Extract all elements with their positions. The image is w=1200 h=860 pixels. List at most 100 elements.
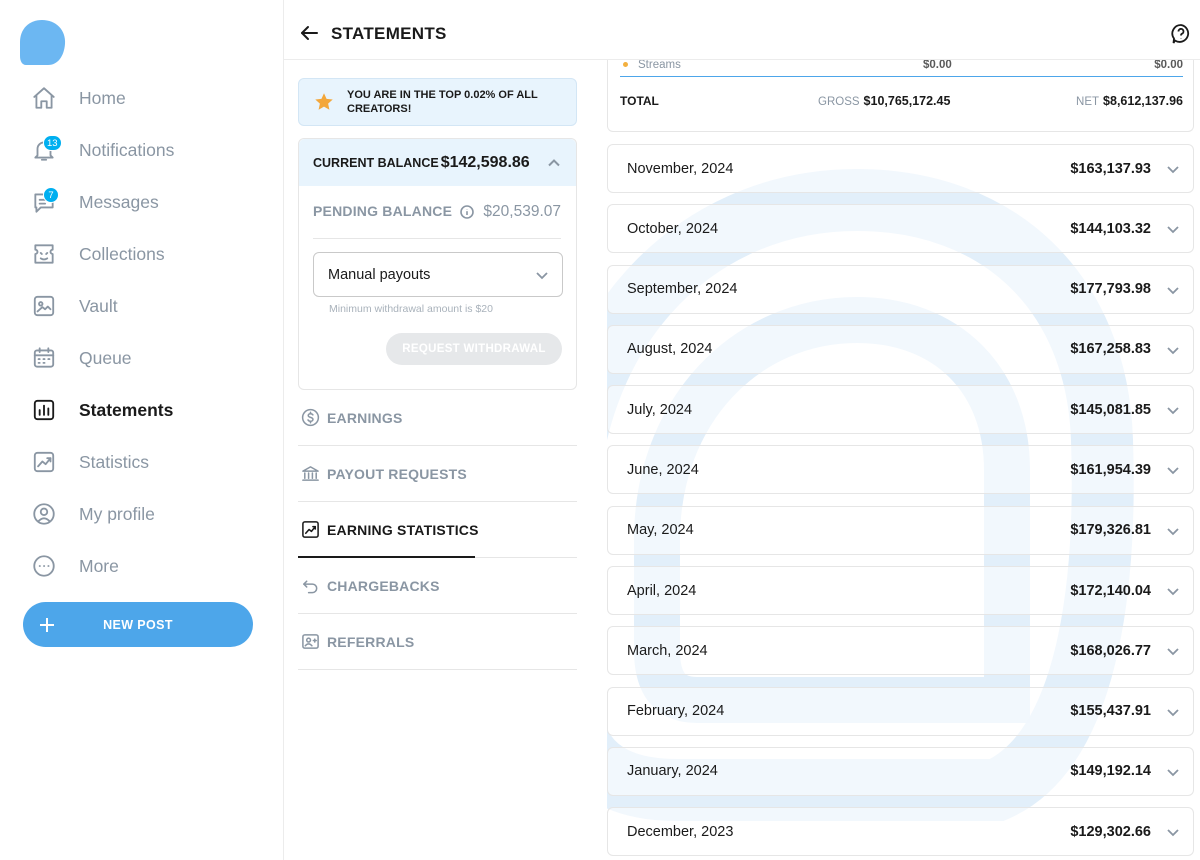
streams-label: Streams [638,60,681,71]
request-withdrawal-button[interactable]: REQUEST WITHDRAWAL [386,333,562,365]
sidebar-item-label: Messages [79,191,159,212]
notifications-badge: 13 [43,135,62,151]
month-amount: $172,140.04 [1070,582,1151,599]
chevron-down-icon[interactable] [1165,764,1181,780]
month-name: August, 2024 [627,341,713,358]
calendar-icon [28,342,60,374]
month-name: September, 2024 [627,281,738,298]
sidebar-item-queue[interactable]: Queue [28,332,268,384]
streams-net: $0.00 [1154,60,1183,71]
info-icon[interactable] [460,205,474,219]
chevron-down-icon [534,267,550,283]
payout-method-select[interactable]: Manual payouts [313,252,563,297]
sidebar-item-my-profile[interactable]: My profile [28,488,268,540]
month-name: February, 2024 [627,703,725,720]
menu-item-chargebacks[interactable]: CHARGEBACKS [298,558,577,614]
menu-item-earning-statistics[interactable]: EARNING STATISTICS [298,502,577,558]
net-value: $8,612,137.96 [1103,94,1183,108]
month-amount: $161,954.39 [1070,461,1151,478]
month-name: June, 2024 [627,461,699,478]
menu-item-payout-requests[interactable]: PAYOUT REQUESTS [298,446,577,502]
statements-icon [28,394,60,426]
home-icon [28,82,60,114]
month-row[interactable]: April, 2024 $172,140.04 [607,566,1194,616]
chevron-down-icon[interactable] [1165,523,1181,539]
streams-row: Streams $0.00 $0.00 [620,60,1183,77]
month-row[interactable]: October, 2024 $144,103.32 [607,204,1194,254]
month-row[interactable]: March, 2024 $168,026.77 [607,626,1194,676]
chevron-down-icon[interactable] [1165,282,1181,298]
minimum-withdrawal-note: Minimum withdrawal amount is $20 [329,303,493,315]
menu-item-label: EARNINGS [327,409,403,426]
month-row[interactable]: May, 2024 $179,326.81 [607,505,1194,555]
referral-icon [300,632,320,652]
chevron-down-icon[interactable] [1165,161,1181,177]
month-row[interactable]: July, 2024 $145,081.85 [607,385,1194,435]
month-row[interactable]: December, 2023 $129,302.66 [607,807,1194,857]
sidebar-item-label: Collections [79,243,165,264]
chevron-up-icon[interactable] [546,155,562,171]
month-row[interactable]: June, 2024 $161,954.39 [607,445,1194,495]
sidebar: Home 13 Notifications 7 Messages Collect… [0,0,284,860]
month-row[interactable]: November, 2024 $163,137.93 [607,144,1194,193]
month-name: March, 2024 [627,642,708,659]
messages-badge: 7 [43,187,59,203]
chevron-down-icon[interactable] [1165,643,1181,659]
statements-menu: EARNINGS PAYOUT REQUESTS EARNING STATIST… [298,390,577,670]
sidebar-item-collections[interactable]: Collections [28,228,268,280]
month-name: May, 2024 [627,522,694,539]
sidebar-item-messages[interactable]: 7 Messages [28,176,268,228]
sidebar-item-statements[interactable]: Statements [28,384,268,436]
sidebar-item-label: Statistics [79,451,150,472]
month-row[interactable]: September, 2024 $177,793.98 [607,264,1194,314]
statements-list-panel: Streams $0.00 $0.00 TOTAL GROSS $10,765,1… [607,60,1194,860]
month-amount: $167,258.83 [1070,341,1151,358]
chevron-down-icon[interactable] [1165,462,1181,478]
help-icon[interactable] [1170,23,1192,45]
menu-item-earnings[interactable]: EARNINGS [298,390,577,446]
chevron-down-icon[interactable] [1165,704,1181,720]
gross-value: $10,765,172.45 [863,94,951,108]
month-name: December, 2023 [627,823,734,840]
month-row[interactable]: January, 2024 $149,192.14 [607,746,1194,796]
profile-icon [28,498,60,530]
payout-method-value: Manual payouts [328,266,431,283]
bell-icon: 13 [28,134,62,166]
statement-summary-card: Streams $0.00 $0.00 TOTAL GROSS $10,765,1… [607,60,1194,132]
new-post-label: NEW POST [103,617,173,632]
current-balance-amount: $142,598.86 [440,153,530,171]
chevron-down-icon[interactable] [1165,583,1181,599]
sidebar-nav: Home 13 Notifications 7 Messages Collect… [28,72,268,592]
month-amount: $177,793.98 [1070,281,1151,298]
streams-legend-dot [623,62,628,67]
star-icon [315,93,333,110]
sidebar-item-notifications[interactable]: 13 Notifications [28,124,268,176]
month-amount: $144,103.32 [1070,220,1151,237]
sidebar-item-statistics[interactable]: Statistics [28,436,268,488]
new-post-button[interactable]: NEW POST [23,602,253,647]
month-row[interactable]: August, 2024 $167,258.83 [607,324,1194,374]
sidebar-item-home[interactable]: Home [28,72,268,124]
menu-item-referrals[interactable]: REFERRALS [298,614,577,670]
menu-item-label: PAYOUT REQUESTS [327,465,467,482]
plus-icon [37,615,57,635]
pending-balance-amount: $20,539.07 [483,203,561,220]
chevron-down-icon[interactable] [1165,342,1181,358]
chevron-down-icon[interactable] [1165,402,1181,418]
month-amount: $129,302.66 [1070,823,1151,840]
chevron-down-icon[interactable] [1165,824,1181,840]
sidebar-item-vault[interactable]: Vault [28,280,268,332]
current-balance-header[interactable]: CURRENT BALANCE $142,598.86 [299,139,576,186]
total-label: TOTAL [620,94,659,108]
logo[interactable] [18,18,66,66]
month-row[interactable]: February, 2024 $155,437.91 [607,686,1194,736]
month-name: October, 2024 [627,220,719,237]
vault-icon [28,290,60,322]
current-balance-label: CURRENT BALANCE [313,155,439,170]
statistics-icon [28,446,60,478]
back-arrow-icon[interactable] [298,22,320,44]
month-name: July, 2024 [627,401,693,418]
sidebar-item-more[interactable]: More [28,540,268,592]
month-name: April, 2024 [627,582,697,599]
chevron-down-icon[interactable] [1165,221,1181,237]
